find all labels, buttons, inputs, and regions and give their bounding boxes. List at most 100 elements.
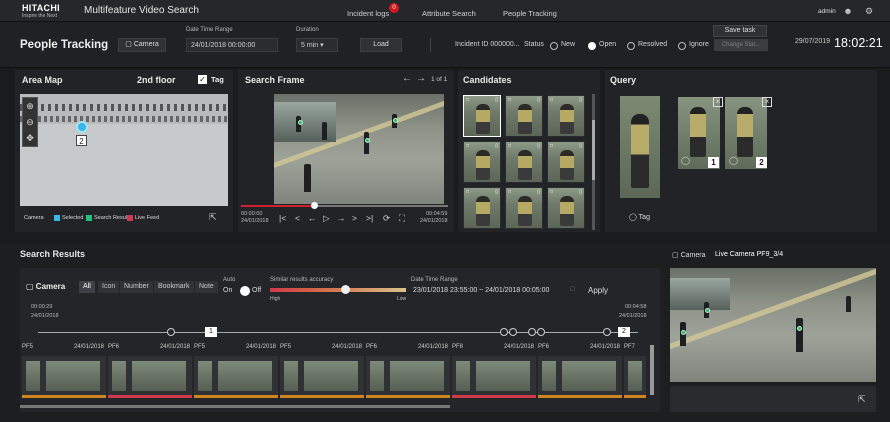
remove-query-2-icon[interactable]: × — [762, 97, 772, 107]
bookmark-icon[interactable]: ▯ — [495, 143, 498, 149]
query-tag[interactable]: ◯ Tag — [629, 213, 650, 221]
result-cell[interactable] — [194, 356, 278, 398]
detection-marker[interactable] — [298, 120, 303, 125]
result-cell[interactable] — [22, 356, 106, 398]
bookmark-icon[interactable]: ▯ — [495, 189, 498, 195]
tab-icon[interactable]: Icon — [98, 281, 120, 293]
auto-off-label[interactable]: Off — [252, 287, 261, 294]
candidate-scroll-thumb[interactable] — [592, 120, 595, 180]
tab-all[interactable]: All — [79, 281, 95, 293]
select-icon[interactable]: □ — [550, 189, 553, 195]
apply-button[interactable]: Apply — [588, 286, 608, 295]
detection-marker[interactable] — [705, 308, 710, 313]
scrub-handle[interactable] — [311, 202, 318, 209]
timeline-node[interactable] — [528, 328, 536, 336]
nav-attribute-search[interactable]: Attribute Search — [422, 9, 476, 18]
select-icon[interactable]: □ — [550, 97, 553, 103]
settings-icon[interactable]: ⚙ — [864, 6, 874, 16]
expand-icon[interactable]: ⇱ — [858, 394, 866, 405]
detection-marker[interactable] — [365, 138, 370, 143]
forward-icon[interactable]: → — [337, 213, 346, 223]
live-video[interactable] — [670, 268, 876, 382]
skip-end-icon[interactable]: >| — [366, 213, 373, 223]
nav-incident-logs[interactable]: Incident logs — [347, 9, 389, 18]
accuracy-slider-handle[interactable] — [340, 285, 350, 294]
next-arrow-icon[interactable]: → — [416, 73, 426, 84]
check-circle-icon[interactable]: ◯ — [729, 156, 738, 165]
status-radio-resolved[interactable] — [627, 42, 635, 50]
bookmark-icon[interactable]: ▯ — [537, 189, 540, 195]
timeline-node[interactable] — [537, 328, 545, 336]
select-icon[interactable]: □ — [508, 143, 511, 149]
user-name[interactable]: admin — [818, 8, 836, 15]
select-icon[interactable]: □ — [466, 189, 469, 195]
skip-start-icon[interactable]: |< — [279, 213, 286, 223]
timeline-marker-1[interactable]: 1 — [205, 327, 217, 337]
prev-arrow-icon[interactable]: ← — [402, 73, 412, 84]
candidate-thumbnail[interactable]: □ ▯ — [547, 141, 585, 183]
timeline-node[interactable] — [603, 328, 611, 336]
candidate-thumbnail[interactable]: □ ▯ — [547, 95, 585, 137]
select-icon[interactable]: □ — [508, 97, 511, 103]
duration-select[interactable]: 5 min ▾ — [296, 38, 338, 52]
auto-toggle[interactable] — [240, 286, 250, 296]
select-icon[interactable]: □ — [466, 97, 469, 103]
camera-button[interactable]: ▢ Camera — [118, 38, 166, 52]
result-cell[interactable] — [452, 356, 536, 398]
candidate-thumbnail[interactable]: □ ▯ — [505, 95, 543, 137]
rewind-icon[interactable]: ← — [308, 213, 317, 223]
auto-on-label[interactable]: On — [223, 287, 232, 294]
tag-checkbox[interactable]: ✓ — [198, 75, 207, 84]
tab-number[interactable]: Number — [120, 281, 153, 293]
candidate-thumbnail[interactable]: □ ▯ — [463, 141, 501, 183]
loop-icon[interactable]: ⟳ — [383, 213, 390, 224]
status-radio-open[interactable] — [588, 42, 596, 50]
candidate-thumbnail[interactable]: □ ▯ — [547, 187, 585, 229]
result-cell[interactable] — [624, 356, 646, 398]
recenter-icon[interactable]: ✥ — [23, 130, 37, 146]
video-frame[interactable] — [274, 94, 444, 204]
zoom-in-icon[interactable]: ⊕ — [23, 98, 37, 114]
fullscreen-icon[interactable]: ⛶ — [399, 213, 405, 224]
change-status-button[interactable]: Change Stat... — [714, 39, 768, 51]
timeline-node[interactable] — [509, 328, 517, 336]
result-cell[interactable] — [108, 356, 192, 398]
result-cell[interactable] — [366, 356, 450, 398]
accuracy-slider[interactable] — [270, 288, 406, 292]
load-button[interactable]: Load — [360, 38, 402, 52]
result-cell[interactable] — [280, 356, 364, 398]
timeline-node[interactable] — [167, 328, 175, 336]
tab-note[interactable]: Note — [195, 281, 218, 293]
camera-marker[interactable] — [76, 121, 88, 133]
timeline-node[interactable] — [500, 328, 508, 336]
bookmark-icon[interactable]: ▯ — [537, 97, 540, 103]
bookmark-icon[interactable]: ▯ — [579, 97, 582, 103]
result-cell[interactable] — [538, 356, 622, 398]
step-back-icon[interactable]: < — [295, 213, 300, 223]
remove-query-1-icon[interactable]: × — [713, 97, 723, 107]
play-icon[interactable]: ▷ — [323, 213, 330, 224]
candidate-thumbnail[interactable]: □ ▯ — [463, 95, 501, 137]
nav-people-tracking[interactable]: People Tracking — [503, 9, 557, 18]
results-horizontal-scrollbar[interactable] — [20, 405, 450, 408]
candidate-thumbnail[interactable]: □ ▯ — [505, 187, 543, 229]
select-icon[interactable]: □ — [508, 189, 511, 195]
zoom-out-icon[interactable]: ⊖ — [23, 114, 37, 130]
bookmark-icon[interactable]: ▯ — [579, 143, 582, 149]
calendar-icon[interactable]: □ — [570, 286, 574, 293]
candidate-thumbnail[interactable]: □ ▯ — [463, 187, 501, 229]
date-range-input[interactable]: 24/01/2018 00:00:00 — [186, 38, 278, 52]
status-radio-ignore[interactable] — [678, 42, 686, 50]
status-radio-new[interactable] — [550, 42, 558, 50]
bookmark-icon[interactable]: ▯ — [579, 189, 582, 195]
timeline-marker-2[interactable]: 2 — [618, 327, 630, 337]
query-main-image[interactable] — [620, 96, 660, 198]
detection-marker[interactable] — [681, 330, 686, 335]
candidate-thumbnail[interactable]: □ ▯ — [505, 141, 543, 183]
detection-marker[interactable] — [797, 326, 802, 331]
results-vertical-scrollbar[interactable] — [650, 345, 654, 395]
select-icon[interactable]: □ — [550, 143, 553, 149]
check-circle-icon[interactable]: ◯ — [681, 156, 690, 165]
expand-icon[interactable]: ⇱ — [209, 212, 217, 223]
tab-bookmark[interactable]: Bookmark — [154, 281, 194, 293]
